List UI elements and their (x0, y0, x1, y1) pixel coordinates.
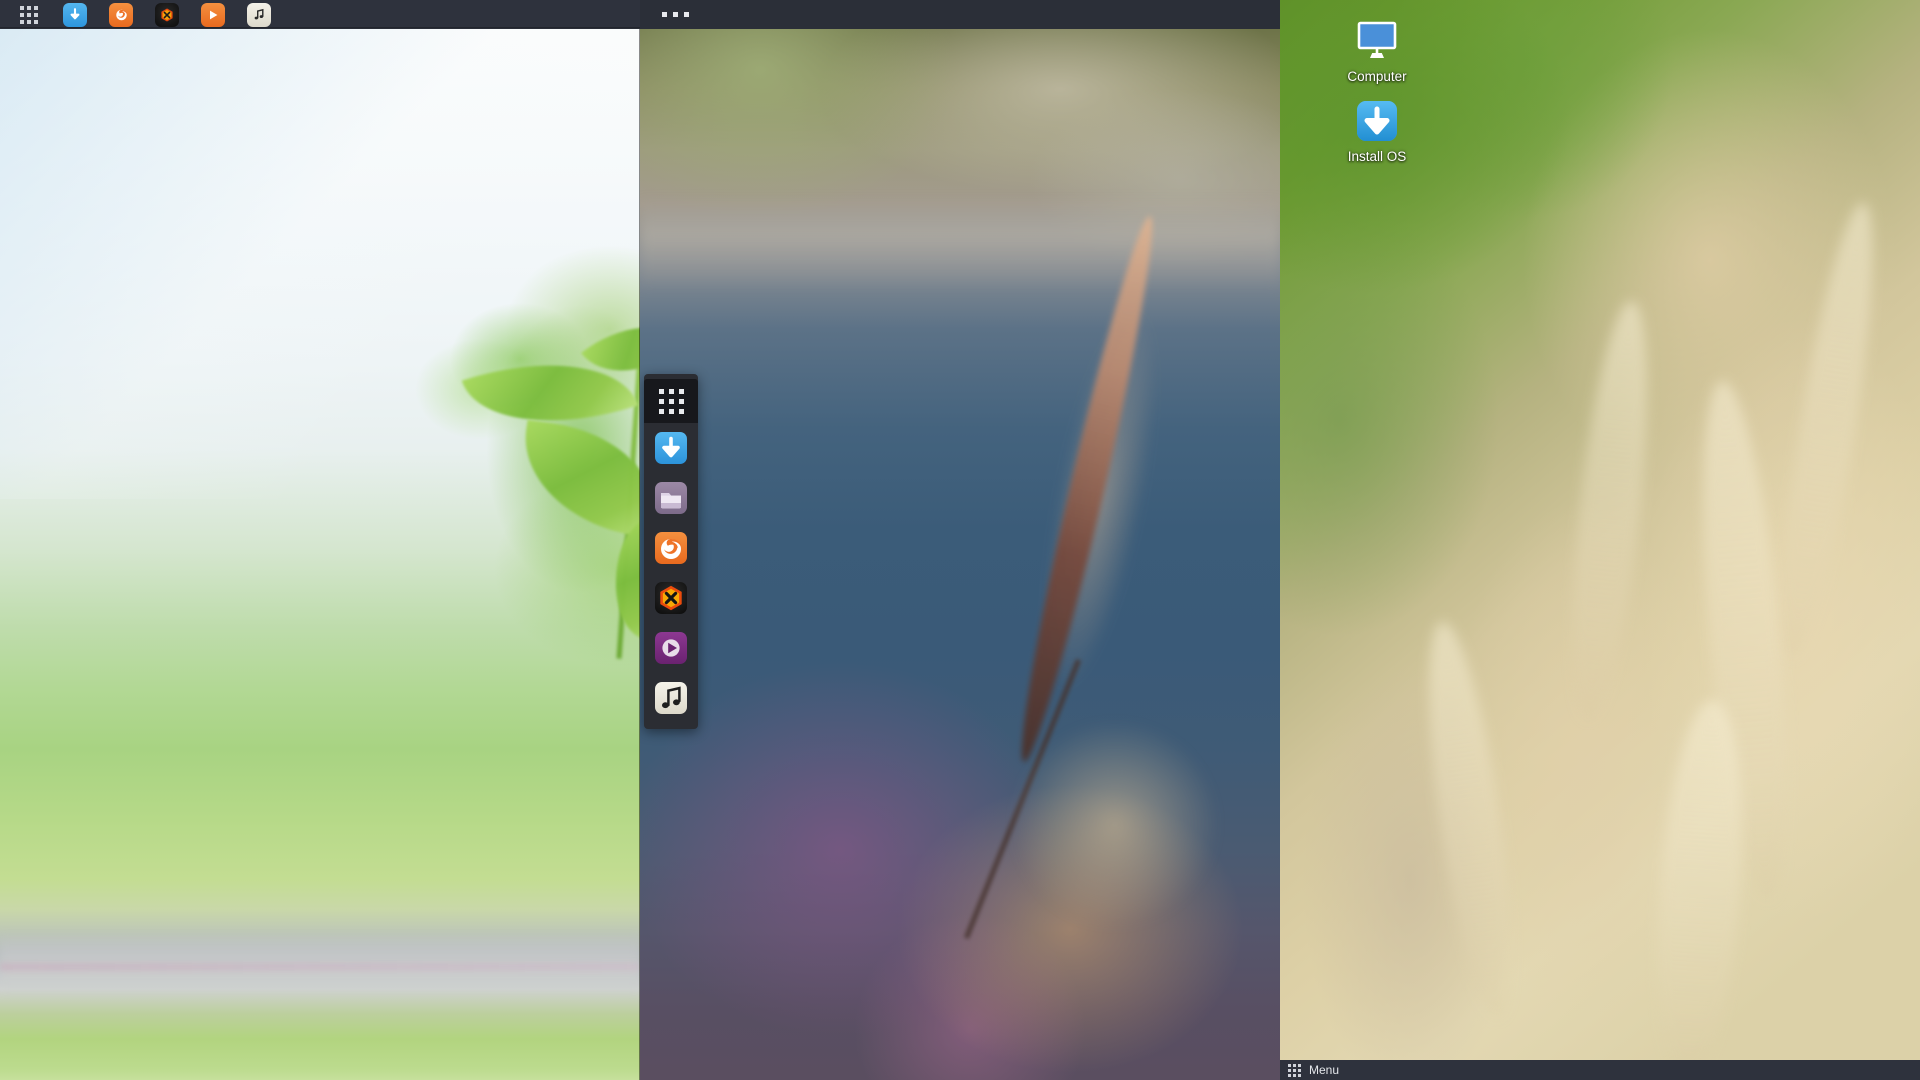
dock-item-video[interactable] (646, 623, 696, 673)
download-arrow-icon (655, 432, 687, 464)
left-panel-item-game[interactable] (144, 0, 190, 29)
grid-menu-icon (658, 388, 684, 414)
music-note-icon (655, 682, 687, 714)
firefox-browser-icon (109, 2, 133, 27)
center-desktop-window (640, 0, 1280, 1080)
monitor-icon (1353, 17, 1401, 65)
grid-menu-icon (20, 5, 38, 24)
center-desktop-wallpaper (640, 29, 1280, 1080)
application-dock (644, 374, 698, 729)
taskbar-menu-label: Menu (1309, 1063, 1340, 1077)
wheat-decoration (1412, 617, 1528, 1023)
wheat-decoration (1764, 198, 1891, 662)
left-desktop-session (0, 0, 640, 1080)
wheat-decoration (1646, 697, 1754, 1080)
dock-item-game[interactable] (646, 573, 696, 623)
download-arrow-icon (1353, 97, 1401, 145)
path-line-decoration (0, 963, 640, 971)
screen-root: Computer Install OS Menu (0, 0, 1920, 1080)
desktop-icon-install-os[interactable]: Install OS (1329, 97, 1425, 165)
left-panel-launcher-button[interactable] (6, 0, 52, 29)
left-panel-item-music[interactable] (236, 0, 282, 29)
folder-icon (655, 482, 687, 514)
hexagon-x-icon (155, 2, 179, 27)
right-taskbar: Menu (1280, 1060, 1920, 1080)
taskbar-menu-button[interactable]: Menu (1280, 1060, 1347, 1080)
desktop-icon-computer[interactable]: Computer (1329, 17, 1425, 85)
firefox-browser-icon (655, 532, 687, 564)
dock-item-browser[interactable] (646, 523, 696, 573)
grid-menu-icon (1288, 1063, 1301, 1077)
dock-launcher-button[interactable] (644, 379, 698, 423)
left-desktop-wallpaper (0, 29, 640, 1080)
left-top-panel (0, 0, 640, 29)
three-dots-icon[interactable] (662, 12, 689, 17)
wheat-decoration (1558, 298, 1662, 722)
left-panel-item-video[interactable] (190, 0, 236, 29)
play-triangle-icon (201, 2, 225, 27)
left-panel-item-browser[interactable] (98, 0, 144, 29)
hexagon-x-icon (655, 582, 687, 614)
desktop-icon-label: Install OS (1347, 149, 1407, 164)
center-window-titlebar (640, 0, 1280, 29)
download-arrow-icon (63, 2, 87, 27)
dock-item-files[interactable] (646, 473, 696, 523)
dock-item-music[interactable] (646, 673, 696, 723)
play-triangle-icon (655, 632, 687, 664)
music-note-icon (247, 2, 271, 27)
left-panel-item-installer[interactable] (52, 0, 98, 29)
desktop-icon-label: Computer (1347, 69, 1407, 84)
dock-item-installer[interactable] (646, 423, 696, 473)
plume-glow-decoration (1010, 719, 1220, 929)
